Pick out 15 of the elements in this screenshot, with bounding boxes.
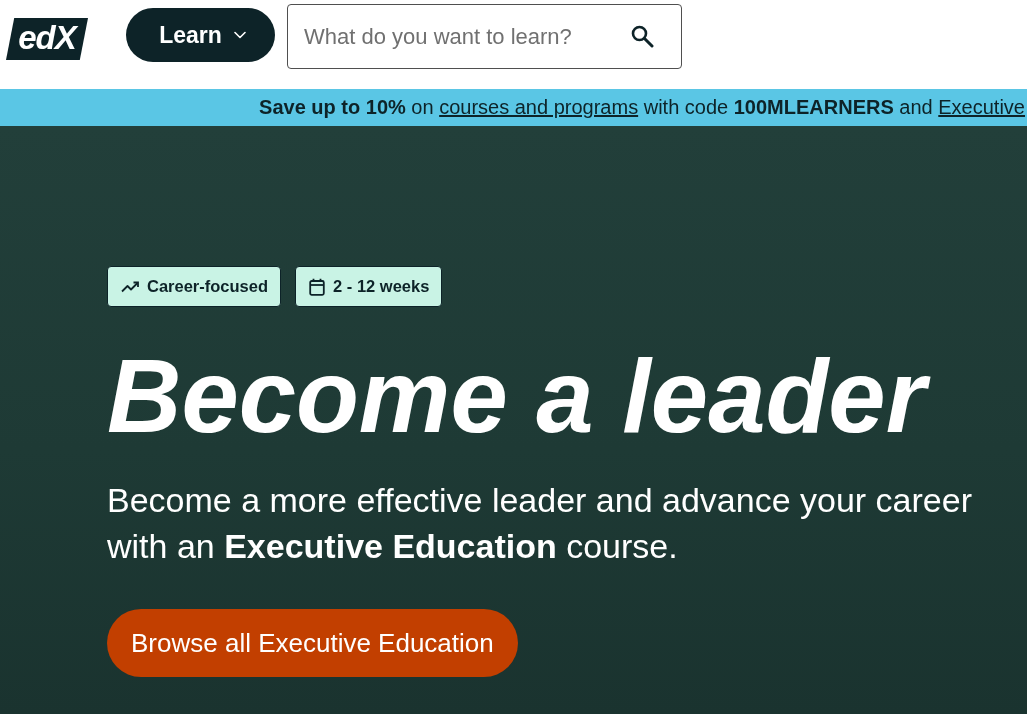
tag-label: 2 - 12 weeks [333,277,430,296]
trending-up-icon [121,280,139,293]
hero-title: Become a leader [107,339,942,455]
hero-subtitle: Become a more effective leader and advance your career with an Executive Education course. [107,480,973,567]
chevron-down-icon [233,31,246,39]
search-field[interactable]: What do you want to learn? [287,4,682,69]
calendar-icon [309,277,326,296]
promo-link[interactable]: Executive [938,96,1025,118]
browse-button[interactable]: Browse all Executive Education [107,609,518,677]
tag-label: Career-focused [147,277,269,296]
search-icon[interactable] [630,24,654,48]
logo[interactable]: edX [6,18,88,60]
learn-menu-button[interactable]: Learn [126,8,275,62]
promo-text: Save up to 10% on courses and programs with code 100MLEARNERS and Executive [259,96,1025,119]
promo-link[interactable]: courses and programs [439,96,639,118]
